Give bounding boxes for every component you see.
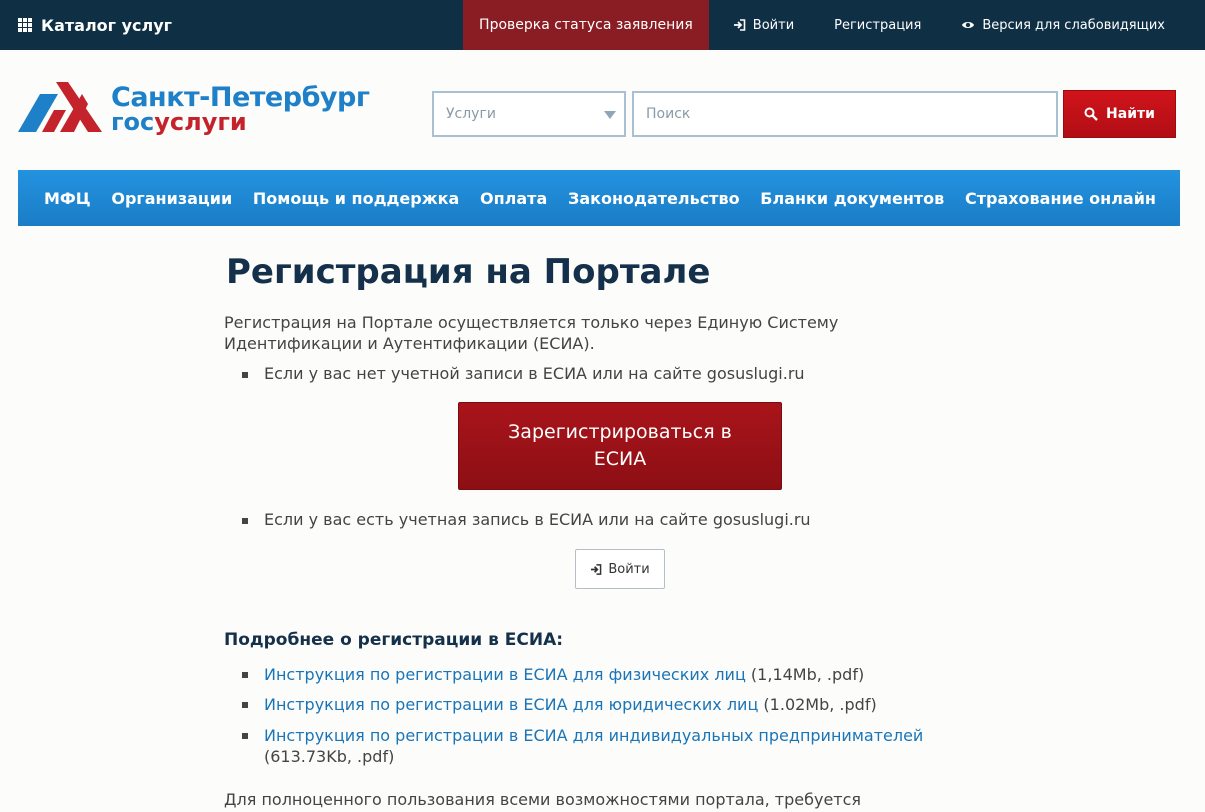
list-item: Инструкция по регистрации в ЕСИА для физ… bbox=[242, 664, 942, 685]
nav-item-legislation[interactable]: Законодательство bbox=[568, 189, 740, 208]
top-register-link[interactable]: Регистрация bbox=[814, 0, 941, 50]
site-logo[interactable]: Санкт-Петербург госуслуги bbox=[18, 78, 378, 138]
eye-icon bbox=[962, 22, 975, 28]
doc-meta: (1,14Mb, .pdf) bbox=[745, 665, 865, 684]
footer-text: Для полноценного пользования всеми возмо… bbox=[224, 790, 862, 809]
search-category-select[interactable]: Услуги bbox=[432, 91, 626, 137]
catalog-label: Каталог услуг bbox=[41, 15, 173, 35]
accessibility-label: Версия для слабовидящих bbox=[982, 17, 1165, 33]
top-bar: Каталог услуг Проверка статуса заявления… bbox=[0, 0, 1205, 50]
top-login-label: Войти bbox=[752, 17, 795, 33]
doc-link-individuals[interactable]: Инструкция по регистрации в ЕСИА для физ… bbox=[264, 665, 746, 684]
accessibility-version-link[interactable]: Версия для слабовидящих bbox=[941, 0, 1205, 50]
more-info-heading: Подробнее о регистрации в ЕСИА: bbox=[224, 630, 564, 650]
top-links: Проверка статуса заявления Войти Регистр… bbox=[463, 0, 1205, 50]
nav-item-payment[interactable]: Оплата bbox=[480, 189, 547, 208]
nav-item-mfc[interactable]: МФЦ bbox=[44, 189, 91, 208]
nav-item-insurance[interactable]: Страхование онлайн bbox=[965, 189, 1156, 208]
nav-item-help[interactable]: Помощь и поддержка bbox=[253, 189, 459, 208]
doc-link-legal-entities[interactable]: Инструкция по регистрации в ЕСИА для юри… bbox=[264, 695, 758, 714]
search-input[interactable] bbox=[632, 91, 1058, 137]
register-esia-button[interactable]: Зарегистрироваться в ЕСИА bbox=[458, 402, 782, 490]
check-status-link[interactable]: Проверка статуса заявления bbox=[463, 0, 709, 50]
logo-gosuslugi-text: госуслуги bbox=[111, 108, 247, 136]
page-title: Регистрация на Портале bbox=[226, 252, 711, 292]
nav-item-forms[interactable]: Бланки документов bbox=[760, 189, 944, 208]
main-nav: МФЦ Организации Помощь и поддержка Оплат… bbox=[18, 170, 1180, 226]
sign-in-icon bbox=[591, 563, 602, 575]
intro-text: Регистрация на Портале осуществляется то… bbox=[224, 313, 839, 353]
search-button[interactable]: Найти bbox=[1063, 90, 1176, 138]
nav-item-organizations[interactable]: Организации bbox=[111, 189, 232, 208]
doc-link-entrepreneurs[interactable]: Инструкция по регистрации в ЕСИА для инд… bbox=[264, 726, 923, 745]
caret-down-icon bbox=[604, 111, 616, 119]
doc-meta: (1.02Mb, .pdf) bbox=[758, 695, 877, 714]
login-button[interactable]: Войти bbox=[575, 549, 665, 589]
search-button-label: Найти bbox=[1106, 106, 1155, 122]
has-account-text: Если у вас есть учетная запись в ЕСИА ил… bbox=[264, 510, 811, 529]
login-button-label: Войти bbox=[608, 561, 650, 577]
list-item: Инструкция по регистрации в ЕСИА для инд… bbox=[242, 725, 962, 767]
list-item: Инструкция по регистрации в ЕСИА для юри… bbox=[242, 694, 942, 715]
search-category-value: Услуги bbox=[446, 106, 496, 122]
catalog-menu-button[interactable]: Каталог услуг bbox=[18, 0, 172, 50]
grid-icon bbox=[18, 18, 32, 32]
logo-mark-icon bbox=[18, 82, 102, 132]
no-account-text: Если у вас нет учетной записи в ЕСИА или… bbox=[264, 364, 805, 383]
sign-in-icon bbox=[733, 19, 746, 31]
search-icon bbox=[1084, 107, 1098, 121]
doc-meta: (613.73Kb, .pdf) bbox=[264, 747, 395, 766]
top-login-link[interactable]: Войти bbox=[713, 0, 814, 50]
